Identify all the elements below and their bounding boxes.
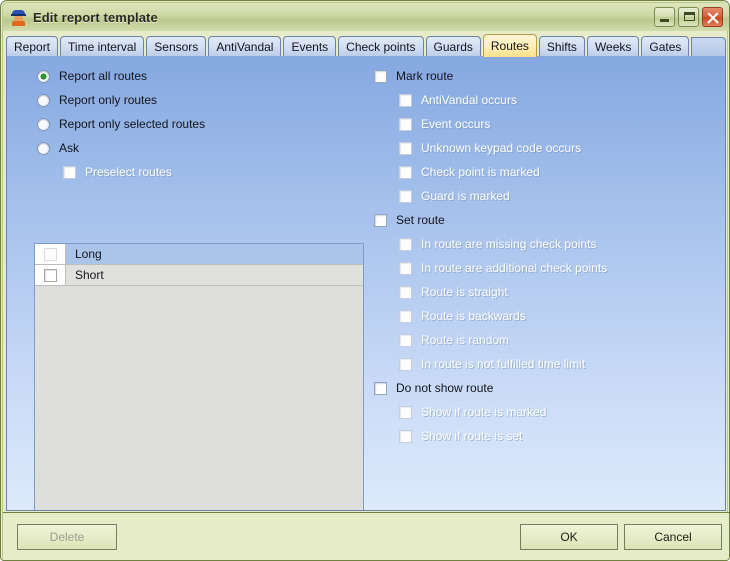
close-button[interactable] bbox=[702, 7, 723, 27]
radio-label: Report only routes bbox=[59, 93, 158, 107]
checkbox-check-point-is-marked[interactable]: Check point is marked bbox=[399, 164, 540, 180]
checkbox-route-is-straight[interactable]: Route is straight bbox=[399, 284, 508, 300]
checkbox-indicator bbox=[399, 357, 412, 371]
checkbox-indicator bbox=[399, 141, 412, 155]
radio-report-all-routes[interactable]: Report all routes bbox=[37, 68, 147, 84]
tab-strip[interactable]: Report Time interval Sensors AntiVandal … bbox=[6, 34, 726, 57]
checkbox-label: In route are missing check points bbox=[421, 237, 597, 251]
radio-indicator bbox=[37, 117, 50, 131]
checkbox-label: In route is not fulfilled time limit bbox=[421, 357, 586, 371]
checkbox-label: In route are additional check points bbox=[421, 261, 608, 275]
checkbox-indicator bbox=[374, 213, 387, 227]
row-checkbox-cell[interactable] bbox=[35, 265, 66, 285]
radio-label: Report only selected routes bbox=[59, 117, 206, 131]
tab-shifts[interactable]: Shifts bbox=[538, 36, 585, 57]
checkbox-indicator bbox=[399, 237, 412, 251]
dialog-window: Edit report template Report Time interva… bbox=[0, 0, 730, 561]
checkbox-indicator bbox=[399, 117, 412, 131]
checkbox-label: Route is random bbox=[421, 333, 510, 347]
checkbox-in-route-is-not-fulfilled-time-limit[interactable]: In route is not fulfilled time limit bbox=[399, 356, 585, 372]
checkbox-indicator bbox=[399, 285, 412, 299]
dialog-footer: Delete OK Cancel bbox=[3, 512, 729, 560]
checkbox-unknown-keypad-code-occurs[interactable]: Unknown keypad code occurs bbox=[399, 140, 581, 156]
checkbox-label: Set route bbox=[396, 213, 445, 227]
ok-button[interactable]: OK bbox=[520, 524, 618, 550]
checkbox-route-is-backwards[interactable]: Route is backwards bbox=[399, 308, 526, 324]
checkbox-label: Event occurs bbox=[421, 117, 491, 131]
checkbox-guard-is-marked[interactable]: Guard is marked bbox=[399, 188, 510, 204]
tab-gates[interactable]: Gates bbox=[641, 36, 690, 57]
tab-routes[interactable]: Routes bbox=[482, 34, 537, 57]
checkbox-label: Unknown keypad code occurs bbox=[421, 141, 582, 155]
checkbox-indicator bbox=[63, 165, 76, 179]
radio-indicator bbox=[37, 93, 50, 107]
maximize-button[interactable] bbox=[678, 7, 699, 27]
window-controls bbox=[654, 7, 723, 27]
radio-ask[interactable]: Ask bbox=[37, 140, 79, 156]
checkbox-label: Guard is marked bbox=[421, 189, 510, 203]
checkbox-mark-route[interactable]: Mark route bbox=[374, 68, 453, 84]
tab-weeks[interactable]: Weeks bbox=[586, 36, 640, 57]
checkbox-indicator bbox=[374, 69, 387, 83]
delete-button[interactable]: Delete bbox=[17, 524, 117, 550]
checkbox-label: AntiVandal occurs bbox=[421, 93, 517, 107]
radio-indicator bbox=[37, 69, 50, 83]
checkbox-label: Route is backwards bbox=[421, 309, 526, 323]
radio-report-only-routes[interactable]: Report only routes bbox=[37, 92, 157, 108]
checkbox-indicator bbox=[399, 309, 412, 323]
checkbox-indicator bbox=[399, 93, 412, 107]
tab-strip-filler bbox=[691, 37, 726, 57]
checkbox-label: Do not show route bbox=[396, 381, 494, 395]
row-checkbox[interactable] bbox=[43, 268, 57, 282]
tab-guards[interactable]: Guards bbox=[425, 36, 481, 57]
routes-tab-page: Report all routes Report only routes Rep… bbox=[6, 56, 726, 511]
checkbox-indicator bbox=[374, 381, 387, 395]
checkbox-show-if-route-is-marked[interactable]: Show if route is marked bbox=[399, 404, 546, 420]
radio-report-only-selected-routes[interactable]: Report only selected routes bbox=[37, 116, 205, 132]
checkbox-antivandal-occurs[interactable]: AntiVandal occurs bbox=[399, 92, 517, 108]
checkbox-indicator bbox=[399, 261, 412, 275]
checkbox-preselect-routes[interactable]: Preselect routes bbox=[63, 164, 172, 180]
radio-indicator bbox=[37, 141, 50, 155]
tab-events[interactable]: Events bbox=[283, 36, 337, 57]
tab-report[interactable]: Report bbox=[6, 36, 59, 57]
table-row[interactable]: Long bbox=[35, 244, 363, 265]
checkbox-do-not-show-route[interactable]: Do not show route bbox=[374, 380, 493, 396]
checkbox-in-route-are-additional-check-points[interactable]: In route are additional check points bbox=[399, 260, 607, 276]
checkbox-indicator bbox=[399, 405, 412, 419]
cancel-button[interactable]: Cancel bbox=[624, 524, 722, 550]
checkbox-label: Show if route is set bbox=[421, 429, 523, 443]
checkbox-label: Mark route bbox=[396, 69, 454, 83]
guard-person-icon bbox=[10, 9, 27, 26]
checkbox-in-route-are-missing-check-points[interactable]: In route are missing check points bbox=[399, 236, 596, 252]
checkbox-set-route[interactable]: Set route bbox=[374, 212, 445, 228]
checkbox-indicator bbox=[399, 429, 412, 443]
window-title: Edit report template bbox=[33, 9, 158, 25]
tab-check-points[interactable]: Check points bbox=[338, 36, 424, 57]
minimize-button[interactable] bbox=[654, 7, 675, 27]
row-checkbox-cell[interactable] bbox=[35, 244, 66, 264]
checkbox-indicator bbox=[399, 189, 412, 203]
checkbox-indicator bbox=[399, 165, 412, 179]
checkbox-label: Route is straight bbox=[421, 285, 508, 299]
tab-sensors[interactable]: Sensors bbox=[146, 36, 207, 57]
checkbox-label: Show if route is marked bbox=[421, 405, 547, 419]
checkbox-event-occurs[interactable]: Event occurs bbox=[399, 116, 490, 132]
radio-label: Report all routes bbox=[59, 69, 148, 83]
tab-time-interval[interactable]: Time interval bbox=[60, 36, 145, 57]
checkbox-label: Check point is marked bbox=[421, 165, 540, 179]
checkbox-show-if-route-is-set[interactable]: Show if route is set bbox=[399, 428, 522, 444]
table-row[interactable]: Short bbox=[35, 265, 363, 286]
routes-list[interactable]: Long Short bbox=[34, 243, 364, 510]
checkbox-indicator bbox=[399, 333, 412, 347]
row-checkbox[interactable] bbox=[43, 247, 57, 261]
row-label: Short bbox=[75, 268, 104, 282]
tab-antivandal[interactable]: AntiVandal bbox=[208, 36, 282, 57]
checkbox-route-is-random[interactable]: Route is random bbox=[399, 332, 509, 348]
checkbox-label: Preselect routes bbox=[85, 165, 172, 179]
radio-label: Ask bbox=[59, 141, 80, 155]
title-bar[interactable]: Edit report template bbox=[3, 3, 729, 31]
row-label: Long bbox=[75, 247, 102, 261]
